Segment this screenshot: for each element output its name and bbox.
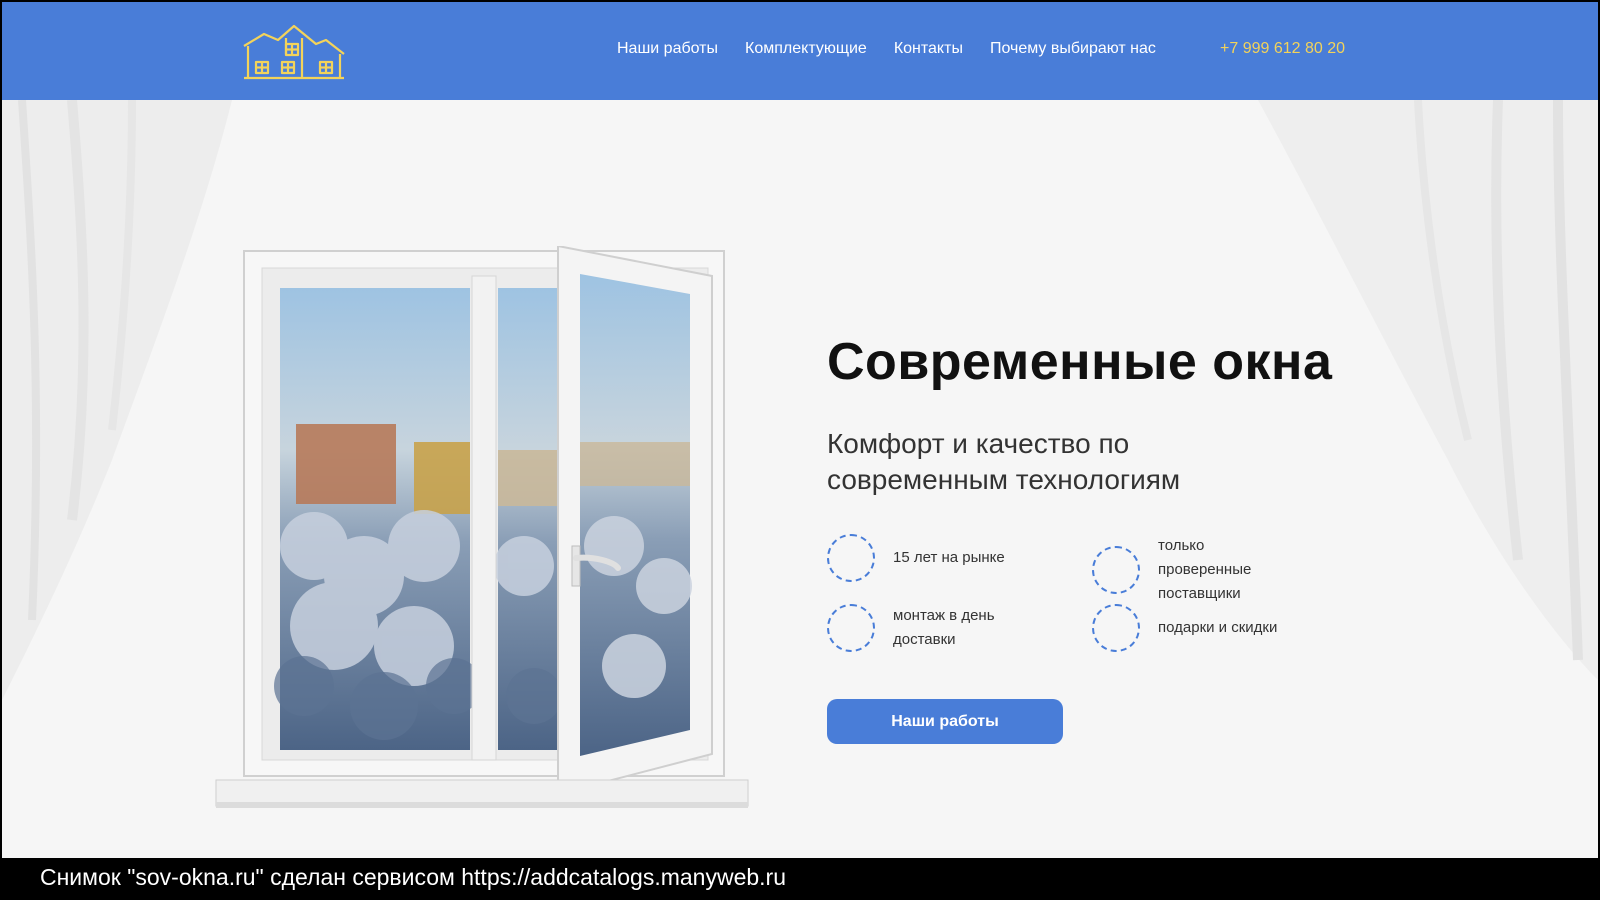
house-windows-logo-icon[interactable] (242, 24, 346, 80)
nav-link-why-us[interactable]: Почему выбирают нас (990, 40, 1156, 58)
feature-item: только проверенные поставщики (1092, 534, 1298, 606)
feature-text: монтаж в день доставки (893, 607, 995, 648)
hero-subtitle: Комфорт и качество по современным технол… (827, 428, 1181, 495)
nav-link-our-works[interactable]: Наши работы (617, 40, 718, 58)
feature-item: 15 лет на рынке (827, 534, 1033, 582)
page-frame: Наши работы Комплектующие Контакты Почем… (2, 2, 1598, 858)
nav-link-contacts[interactable]: Контакты (894, 40, 963, 58)
nav-link-components[interactable]: Комплектующие (745, 40, 867, 58)
main-nav: Наши работы Комплектующие Контакты Почем… (617, 40, 1156, 58)
hero-title: Современные окна (827, 333, 1333, 391)
feature-item: подарки и скидки (1092, 604, 1298, 652)
plastic-window-image (215, 246, 749, 808)
feature-text: подарки и скидки (1158, 619, 1278, 636)
feature-circle-icon (1092, 604, 1140, 652)
phone-link[interactable]: +7 999 612 80 20 (1220, 40, 1345, 58)
curtain-left-image (2, 100, 232, 700)
feature-circle-icon (827, 534, 875, 582)
screenshot-caption: Снимок "sov-okna.ru" сделан сервисом htt… (40, 864, 786, 890)
feature-item: монтаж в день доставки (827, 604, 1033, 652)
feature-circle-icon (1092, 546, 1140, 594)
feature-text: только проверенные поставщики (1158, 537, 1252, 602)
site-header: Наши работы Комплектующие Контакты Почем… (2, 2, 1598, 100)
curtain-right-image (1258, 100, 1598, 680)
feature-text: 15 лет на рынке (893, 549, 1005, 566)
our-works-button[interactable]: Наши работы (827, 699, 1063, 744)
feature-circle-icon (827, 604, 875, 652)
